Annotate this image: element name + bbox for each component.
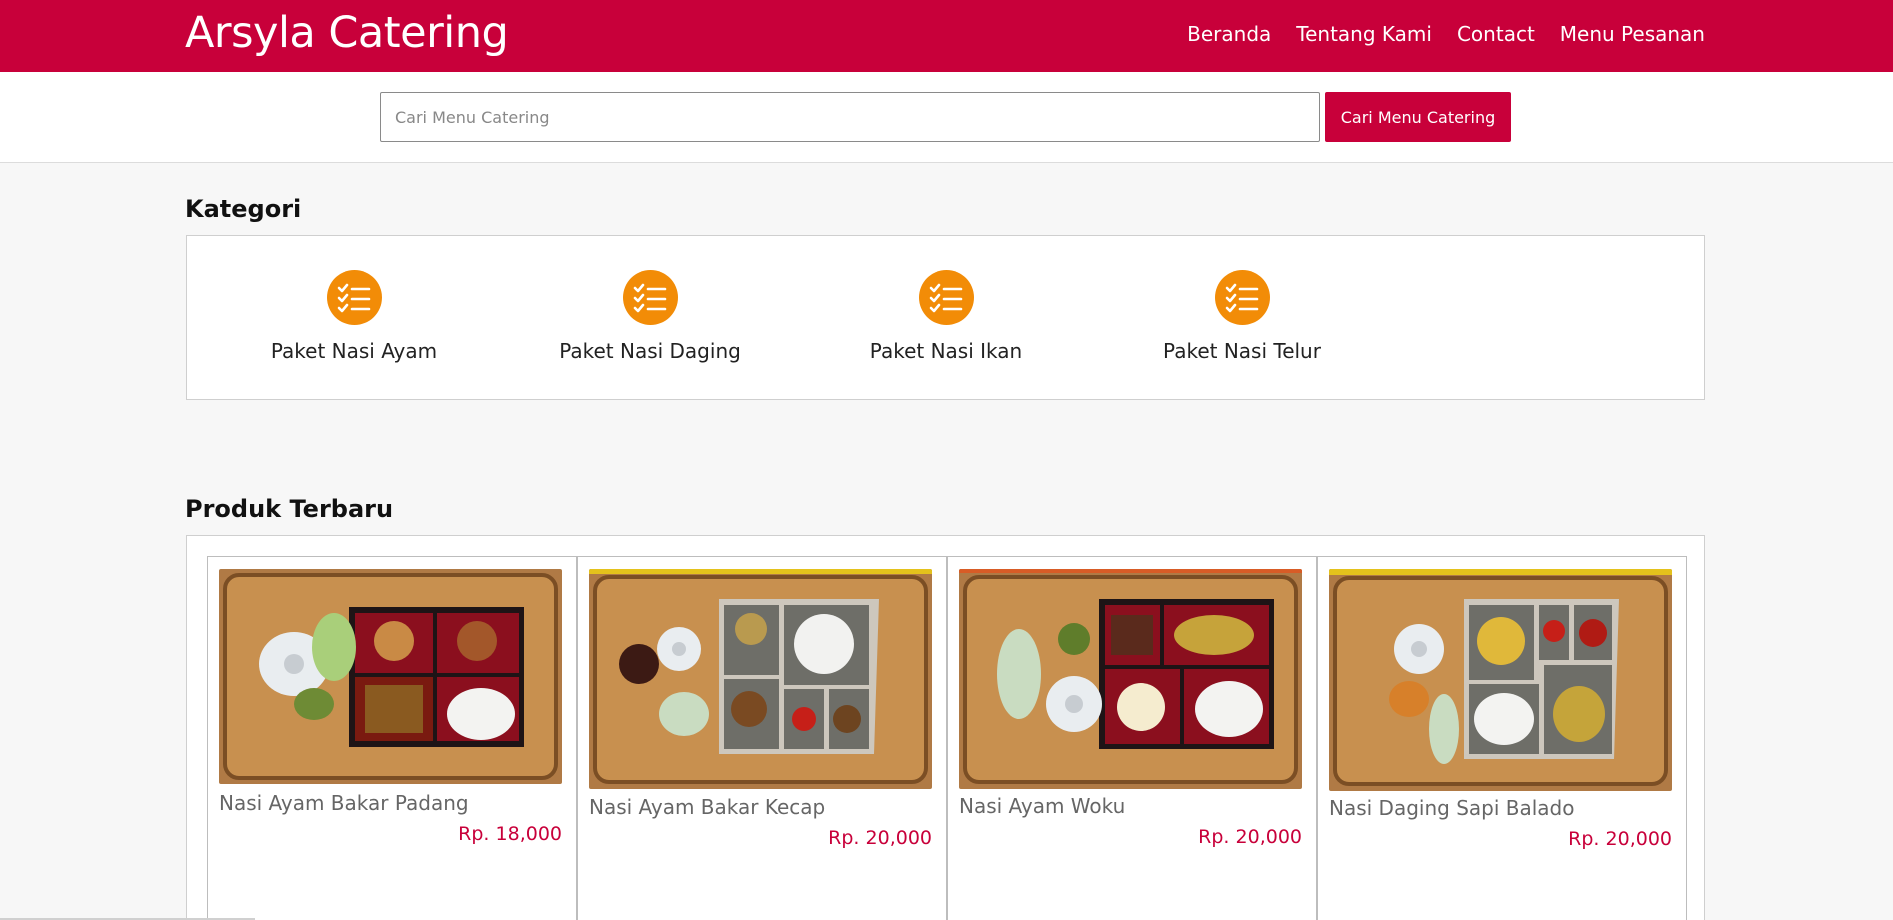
search-input[interactable]: [380, 92, 1320, 142]
product-price: Rp. 20,000: [1198, 826, 1302, 848]
checklist-icon: [326, 270, 382, 325]
nav-link-menu-pesanan[interactable]: Menu Pesanan: [1560, 22, 1705, 46]
checklist-icon: [1214, 270, 1270, 325]
product-price: Rp. 20,000: [828, 827, 932, 849]
main-nav: Beranda Tentang Kami Contact Menu Pesana…: [1187, 22, 1705, 46]
category-panel: Paket Nasi Ayam Paket Nasi Daging Paket …: [186, 235, 1705, 400]
nav-link-contact[interactable]: Contact: [1457, 22, 1535, 46]
product-image: [959, 569, 1302, 789]
category-label: Paket Nasi Daging: [559, 339, 741, 363]
category-label: Paket Nasi Ikan: [869, 339, 1023, 363]
product-card[interactable]: Nasi Daging Sapi Balado Rp. 20,000: [1317, 556, 1687, 920]
produk-terbaru-title: Produk Terbaru: [185, 495, 394, 523]
product-name: Nasi Ayam Bakar Padang: [219, 791, 469, 815]
checklist-icon: [622, 270, 678, 325]
search-bar: Cari Menu Catering: [0, 72, 1893, 163]
product-image: [219, 569, 562, 784]
nav-link-beranda[interactable]: Beranda: [1187, 22, 1271, 46]
product-card[interactable]: Nasi Ayam Woku Rp. 20,000: [947, 556, 1317, 920]
product-name: Nasi Daging Sapi Balado: [1329, 796, 1575, 820]
product-card[interactable]: Nasi Ayam Bakar Padang Rp. 18,000: [207, 556, 577, 920]
category-label: Paket Nasi Ayam: [270, 339, 438, 363]
nav-link-tentang-kami[interactable]: Tentang Kami: [1296, 22, 1432, 46]
brand-logo-text[interactable]: Arsyla Catering: [185, 8, 509, 58]
category-item-paket-nasi-ayam[interactable]: Paket Nasi Ayam: [234, 270, 474, 363]
checklist-icon: [918, 270, 974, 325]
category-item-paket-nasi-ikan[interactable]: Paket Nasi Ikan: [826, 270, 1066, 363]
product-panel: Nasi Ayam Bakar Padang Rp. 18,000 Nasi A…: [186, 535, 1705, 920]
kategori-title: Kategori: [185, 195, 302, 223]
product-name: Nasi Ayam Woku: [959, 794, 1126, 818]
top-navbar: Arsyla Catering Beranda Tentang Kami Con…: [0, 0, 1893, 72]
search-button[interactable]: Cari Menu Catering: [1325, 92, 1511, 142]
product-card[interactable]: Nasi Ayam Bakar Kecap Rp. 20,000: [577, 556, 947, 920]
category-item-paket-nasi-telur[interactable]: Paket Nasi Telur: [1122, 270, 1362, 363]
product-price: Rp. 18,000: [458, 823, 562, 845]
product-price: Rp. 20,000: [1568, 828, 1672, 850]
product-image: [589, 569, 932, 789]
product-image: [1329, 569, 1672, 791]
product-name: Nasi Ayam Bakar Kecap: [589, 795, 826, 819]
category-label: Paket Nasi Telur: [1163, 339, 1321, 363]
category-item-paket-nasi-daging[interactable]: Paket Nasi Daging: [530, 270, 770, 363]
